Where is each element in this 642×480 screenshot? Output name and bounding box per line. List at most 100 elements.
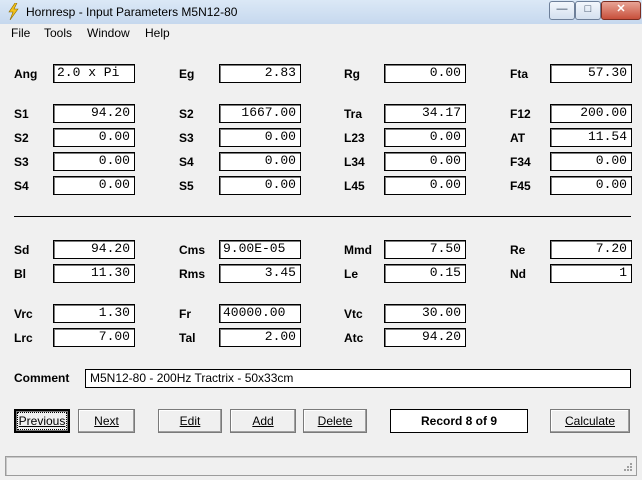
label-ang: Ang bbox=[14, 67, 38, 81]
field-vrc[interactable]: 1.30 bbox=[53, 304, 135, 323]
field-s3[interactable]: 0.00 bbox=[53, 152, 135, 171]
field-s2[interactable]: 0.00 bbox=[53, 128, 135, 147]
field-s3-col2[interactable]: 0.00 bbox=[219, 128, 301, 147]
delete-button[interactable]: Delete bbox=[303, 409, 367, 433]
field-bl[interactable]: 11.30 bbox=[53, 264, 135, 283]
label-mmd: Mmd bbox=[344, 243, 372, 257]
field-at[interactable]: 11.54 bbox=[550, 128, 632, 147]
previous-button[interactable]: Previous bbox=[14, 409, 70, 433]
field-s4-col2[interactable]: 0.00 bbox=[219, 152, 301, 171]
label-f34: F34 bbox=[510, 155, 531, 169]
menu-tools[interactable]: Tools bbox=[44, 26, 72, 40]
comment-field[interactable]: M5N12-80 - 200Hz Tractrix - 50x33cm bbox=[85, 369, 631, 388]
label-l45: L45 bbox=[344, 179, 365, 193]
resize-grip-icon[interactable] bbox=[623, 462, 633, 472]
field-f45[interactable]: 0.00 bbox=[550, 176, 632, 195]
menu-bar: File Tools Window Help bbox=[0, 24, 642, 43]
field-lrc[interactable]: 7.00 bbox=[53, 328, 135, 347]
edit-button[interactable]: Edit bbox=[158, 409, 222, 433]
label-s4-col2: S4 bbox=[179, 155, 194, 169]
label-rg: Rg bbox=[344, 67, 360, 81]
maximize-button[interactable]: □ bbox=[575, 1, 601, 20]
field-rg[interactable]: 0.00 bbox=[384, 64, 466, 83]
field-le[interactable]: 0.15 bbox=[384, 264, 466, 283]
field-fr[interactable]: 40000.00 bbox=[219, 304, 301, 323]
label-s2-col2: S2 bbox=[179, 107, 194, 121]
previous-button-label: Previous bbox=[16, 412, 68, 430]
label-f12: F12 bbox=[510, 107, 531, 121]
label-tal: Tal bbox=[179, 331, 196, 345]
minimize-button[interactable]: — bbox=[549, 1, 575, 20]
label-le: Le bbox=[344, 267, 359, 281]
label-s3-col2: S3 bbox=[179, 131, 194, 145]
label-vrc: Vrc bbox=[14, 307, 33, 321]
field-cms[interactable]: 9.00E-05 bbox=[219, 240, 301, 259]
field-s4[interactable]: 0.00 bbox=[53, 176, 135, 195]
label-nd: Nd bbox=[510, 267, 526, 281]
label-sd: Sd bbox=[14, 243, 30, 257]
menu-window[interactable]: Window bbox=[87, 26, 130, 40]
record-indicator: Record 8 of 9 bbox=[390, 409, 528, 433]
next-button-label: Next bbox=[94, 414, 119, 428]
label-re: Re bbox=[510, 243, 526, 257]
status-bar bbox=[5, 456, 637, 476]
label-s2: S2 bbox=[14, 131, 29, 145]
label-s3: S3 bbox=[14, 155, 29, 169]
menu-help[interactable]: Help bbox=[145, 26, 170, 40]
title-bar: Hornresp - Input Parameters M5N12-80 — □… bbox=[0, 0, 642, 25]
delete-button-label: Delete bbox=[317, 414, 353, 428]
field-re[interactable]: 7.20 bbox=[550, 240, 632, 259]
label-f45: F45 bbox=[510, 179, 531, 193]
menu-file[interactable]: File bbox=[11, 26, 30, 40]
field-ang[interactable]: 2.0 x Pi bbox=[53, 64, 135, 83]
label-lrc: Lrc bbox=[14, 331, 33, 345]
section-divider bbox=[14, 216, 631, 217]
close-icon: ✕ bbox=[616, 3, 626, 15]
label-l23: L23 bbox=[344, 131, 365, 145]
field-l45[interactable]: 0.00 bbox=[384, 176, 466, 195]
field-s5[interactable]: 0.00 bbox=[219, 176, 301, 195]
field-s1[interactable]: 94.20 bbox=[53, 104, 135, 123]
field-vtc[interactable]: 30.00 bbox=[384, 304, 466, 323]
label-rms: Rms bbox=[179, 267, 206, 281]
field-f34[interactable]: 0.00 bbox=[550, 152, 632, 171]
label-bl: Bl bbox=[14, 267, 26, 281]
add-button[interactable]: Add bbox=[230, 409, 296, 433]
field-l34[interactable]: 0.00 bbox=[384, 152, 466, 171]
label-fr: Fr bbox=[179, 307, 191, 321]
field-s2-col2[interactable]: 1667.00 bbox=[219, 104, 301, 123]
field-mmd[interactable]: 7.50 bbox=[384, 240, 466, 259]
label-s4: S4 bbox=[14, 179, 29, 193]
field-tal[interactable]: 2.00 bbox=[219, 328, 301, 347]
label-l34: L34 bbox=[344, 155, 365, 169]
maximize-icon: □ bbox=[584, 3, 592, 15]
field-nd[interactable]: 1 bbox=[550, 264, 632, 283]
field-f12[interactable]: 200.00 bbox=[550, 104, 632, 123]
edit-button-label: Edit bbox=[179, 414, 201, 428]
label-atc: Atc bbox=[344, 331, 364, 345]
lightning-app-icon bbox=[8, 3, 19, 20]
field-tra[interactable]: 34.17 bbox=[384, 104, 466, 123]
label-fta: Fta bbox=[510, 67, 528, 81]
field-eg[interactable]: 2.83 bbox=[219, 64, 301, 83]
label-at: AT bbox=[510, 131, 526, 145]
field-rms[interactable]: 3.45 bbox=[219, 264, 301, 283]
close-button[interactable]: ✕ bbox=[601, 1, 641, 20]
calculate-button[interactable]: Calculate bbox=[550, 409, 630, 433]
field-atc[interactable]: 94.20 bbox=[384, 328, 466, 347]
label-cms: Cms bbox=[179, 243, 206, 257]
field-sd[interactable]: 94.20 bbox=[53, 240, 135, 259]
label-s5: S5 bbox=[179, 179, 194, 193]
window-title: Hornresp - Input Parameters M5N12-80 bbox=[26, 5, 238, 19]
label-tra: Tra bbox=[344, 107, 363, 121]
next-button[interactable]: Next bbox=[78, 409, 135, 433]
input-parameters-panel: Ang 2.0 x Pi Eg 2.83 Rg 0.00 Fta 57.30 S… bbox=[3, 43, 639, 454]
add-button-label: Add bbox=[252, 414, 274, 428]
field-l23[interactable]: 0.00 bbox=[384, 128, 466, 147]
label-vtc: Vtc bbox=[344, 307, 363, 321]
field-fta[interactable]: 57.30 bbox=[550, 64, 632, 83]
calculate-button-label: Calculate bbox=[564, 414, 616, 428]
label-eg: Eg bbox=[179, 67, 195, 81]
minimize-icon: — bbox=[556, 3, 568, 15]
comment-label: Comment bbox=[14, 371, 70, 385]
